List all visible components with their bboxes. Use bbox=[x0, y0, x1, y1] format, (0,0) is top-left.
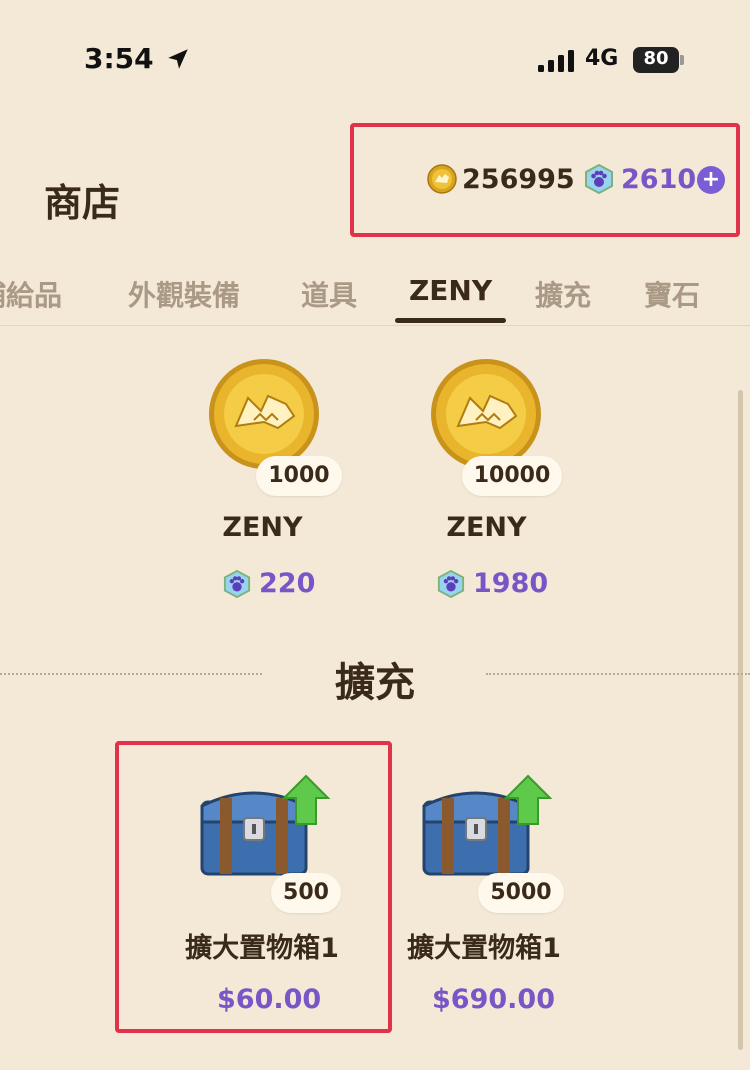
item-amount-badge: 10000 bbox=[462, 456, 562, 496]
item-price: $60.00 bbox=[217, 984, 322, 1015]
tab-costume[interactable]: 外觀裝備 bbox=[128, 274, 240, 314]
status-time: 3:54 bbox=[84, 42, 154, 75]
gem-paw-icon bbox=[437, 570, 465, 598]
cellular-signal-icon bbox=[538, 50, 574, 72]
zeny-coin-icon bbox=[431, 359, 541, 469]
add-gems-button[interactable]: + bbox=[697, 166, 725, 194]
zeny-coin-icon bbox=[427, 164, 457, 194]
active-tab-indicator bbox=[395, 318, 506, 323]
battery-level: 80 bbox=[643, 48, 669, 69]
zeny-coin-icon bbox=[209, 359, 319, 469]
gem-paw-icon bbox=[223, 570, 251, 598]
zeny-item-10000[interactable]: 10000 ZENY 1980 bbox=[404, 350, 574, 610]
storage-chest-icon bbox=[422, 774, 553, 876]
scrollbar[interactable] bbox=[738, 390, 743, 1050]
item-name: 擴大置物箱1 bbox=[185, 933, 339, 964]
tab-gems[interactable]: 寶石 bbox=[644, 274, 700, 314]
tab-zeny[interactable]: ZENY bbox=[409, 274, 492, 307]
item-name: ZENY bbox=[222, 512, 303, 543]
item-price: $690.00 bbox=[432, 984, 555, 1015]
item-amount-badge: 500 bbox=[271, 873, 341, 913]
storage-chest-icon bbox=[200, 774, 331, 876]
gem-paw-icon bbox=[585, 164, 613, 194]
section-divider bbox=[486, 673, 750, 675]
item-amount-badge: 5000 bbox=[478, 873, 564, 913]
storage-expansion-item-5000[interactable]: 5000 擴大置物箱1 $690.00 bbox=[382, 760, 592, 1030]
location-arrow-icon bbox=[168, 49, 188, 69]
battery-icon: 80 bbox=[633, 47, 685, 73]
page-title: 商店 bbox=[44, 181, 121, 225]
item-name: 擴大置物箱1 bbox=[407, 933, 561, 964]
storage-expansion-item-500[interactable]: 500 擴大置物箱1 $60.00 bbox=[160, 760, 370, 1030]
zeny-item-1000[interactable]: 1000 ZENY 220 bbox=[180, 350, 350, 610]
item-price: 1980 bbox=[473, 568, 549, 599]
item-name: ZENY bbox=[446, 512, 527, 543]
gem-balance: 2610 bbox=[621, 164, 697, 195]
zeny-balance: 256995 bbox=[462, 164, 575, 195]
tab-expansion[interactable]: 擴充 bbox=[535, 274, 591, 314]
item-price: 220 bbox=[259, 568, 316, 599]
tab-items[interactable]: 道具 bbox=[301, 274, 357, 314]
tab-supplies[interactable]: 補給品 bbox=[0, 274, 62, 314]
section-divider bbox=[0, 673, 262, 675]
item-amount-badge: 1000 bbox=[256, 456, 342, 496]
status-bar: 3:54 4G 80 bbox=[0, 0, 750, 120]
network-type: 4G bbox=[585, 46, 619, 71]
category-tabs: 補給品 外觀裝備 道具 ZENY 擴充 寶石 bbox=[0, 264, 750, 326]
section-title: 擴充 bbox=[335, 660, 415, 706]
